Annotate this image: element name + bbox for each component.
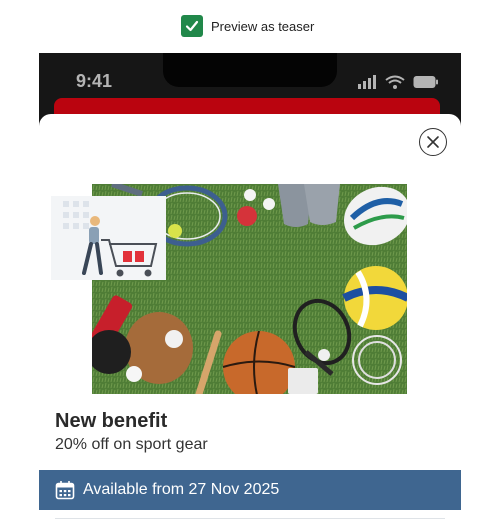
overlay-artwork [51,196,166,280]
shopping-cart-illustration [51,196,166,280]
divider [55,518,445,519]
teaser-subtitle: 20% off on sport gear [55,436,208,453]
calendar-icon [55,481,75,500]
status-icons [357,75,439,89]
teaser-title: New benefit [55,410,168,432]
battery-icon [413,76,438,88]
status-time: 9:41 [76,71,113,91]
close-button[interactable] [419,128,447,156]
phone-notch [163,53,337,87]
teaser-card: New benefit 20% off on sport gear Availa… [39,114,461,529]
availability-bar: Available from 27 Nov 2025 [39,470,461,510]
checkmark-icon [185,20,199,32]
preview-checkbox[interactable] [181,15,203,37]
signal-icon [358,75,376,89]
preview-label: Preview as teaser [211,18,315,34]
close-icon [427,136,439,148]
preview-toggle[interactable]: Preview as teaser [181,14,314,38]
wifi-icon [385,75,405,89]
availability-text: Available from 27 Nov 2025 [83,481,280,498]
